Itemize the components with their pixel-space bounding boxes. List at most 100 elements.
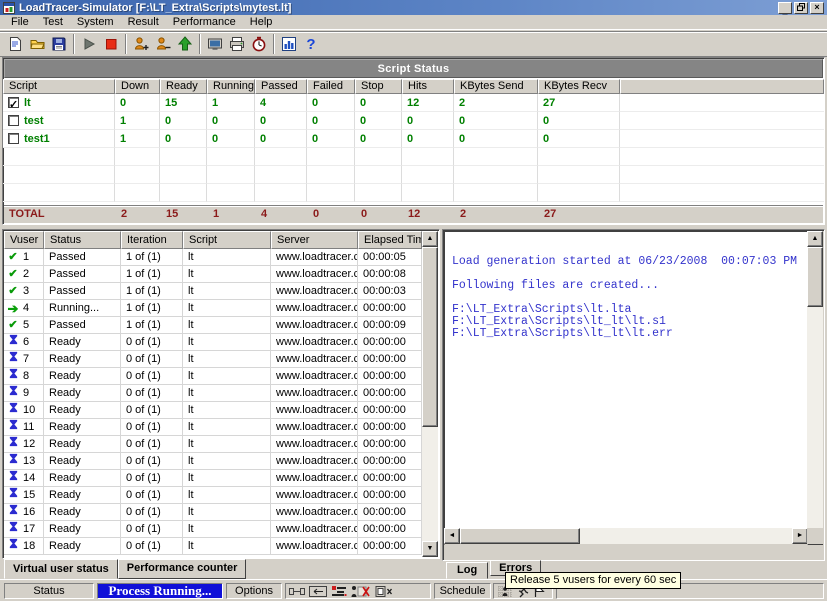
script-checkbox[interactable] [8,133,19,144]
vuser-elapsed: 00:00:03 [358,283,422,300]
minimize-button[interactable]: _ [778,2,792,14]
log-vertical-scrollbar[interactable]: ▲ ▼ [807,231,823,545]
vuser-table-header: Vuser Status Iteration Script Server Ela… [4,231,422,249]
log-view[interactable]: Load generation started at 06/23/2008 00… [444,231,808,545]
vuser-row[interactable]: ✔ ➔ 5 Passed 1 of (1) lt www.loadtracer.… [4,317,422,334]
scroll-down-icon[interactable]: ▼ [422,541,438,557]
scroll-up-icon[interactable]: ▲ [422,231,438,247]
column-header-status[interactable]: Status [44,231,121,249]
tab-log[interactable]: Log [446,562,488,579]
log-horizontal-scrollbar[interactable]: ◄ ► [444,528,808,544]
script-row[interactable]: lt 0 15 1 4 0 0 12 2 27 [3,94,824,112]
vuser-script: lt [183,538,271,555]
menu-item[interactable]: Test [36,15,70,29]
vuser-elapsed: 00:00:00 [358,300,422,317]
scrollbar-thumb[interactable] [422,247,438,427]
add-vuser-button[interactable] [130,33,152,55]
column-header-hits[interactable]: Hits [402,79,454,94]
scrollbar-thumb[interactable] [460,528,580,544]
vuser-row[interactable]: ✔ ➔ 3 Passed 1 of (1) lt www.loadtracer.… [4,283,422,300]
remove-vuser-button[interactable] [152,33,174,55]
column-header-down[interactable]: Down [115,79,160,94]
scrollbar-thumb[interactable] [807,247,823,307]
new-script-button[interactable] [4,33,26,55]
toolbar-separator [125,34,127,54]
scrollbar-track[interactable] [422,247,438,541]
script-checkbox[interactable] [8,115,19,126]
vuser-row[interactable]: ✔ ➔ 2 Passed 1 of (1) lt www.loadtracer.… [4,266,422,283]
tab-performance-counter[interactable]: Performance counter [118,559,247,579]
menu-item[interactable]: File [4,15,36,29]
vuser-elapsed: 00:00:00 [358,436,422,453]
vuser-server: www.loadtracer.c... [271,368,358,385]
vuser-row[interactable]: ✔ ➔ 18 Ready 0 of (1) lt www.loadtracer.… [4,538,422,555]
column-header-server[interactable]: Server [271,231,358,249]
column-header-failed[interactable]: Failed [307,79,355,94]
column-header-kbytes-recv[interactable]: KBytes Recv [538,79,620,94]
vuser-row[interactable]: ✔ ➔ 1 Passed 1 of (1) lt www.loadtracer.… [4,249,422,266]
vuser-row[interactable]: ✔ ➔ 12 Ready 0 of (1) lt www.loadtracer.… [4,436,422,453]
scroll-left-icon[interactable]: ◄ [444,528,460,544]
print-button[interactable] [226,33,248,55]
new-document-icon [7,36,23,52]
vuser-row[interactable]: ✔ ➔ 11 Ready 0 of (1) lt www.loadtracer.… [4,419,422,436]
scrollbar-track[interactable] [807,247,823,529]
column-header-script[interactable]: Script [183,231,271,249]
monitor-button[interactable] [204,33,226,55]
script-row[interactable]: test1 1 0 0 0 0 0 0 0 0 [3,130,824,148]
scroll-up-icon[interactable]: ▲ [807,231,823,247]
column-header-elapsed-time[interactable]: Elapsed Time [358,231,422,249]
stop-test-button[interactable] [100,33,122,55]
close-button[interactable]: × [810,2,824,14]
run-test-button[interactable] [78,33,100,55]
tab-virtual-user-status[interactable]: Virtual user status [4,559,118,579]
restore-button[interactable] [794,2,808,14]
help-button[interactable]: ? [300,33,322,55]
timer-button[interactable] [248,33,270,55]
vuser-row[interactable]: ✔ ➔ 6 Ready 0 of (1) lt www.loadtracer.c… [4,334,422,351]
vuser-row[interactable]: ✔ ➔ 10 Ready 0 of (1) lt www.loadtracer.… [4,402,422,419]
down-value: 0 [115,94,160,112]
column-header-running[interactable]: Running [207,79,255,94]
vuser-row[interactable]: ✔ ➔ 9 Ready 0 of (1) lt www.loadtracer.c… [4,385,422,402]
report-chart-button[interactable] [278,33,300,55]
title-bar[interactable]: LoadTracer-Simulator [F:\LT_Extra\Script… [0,0,827,15]
column-header-passed[interactable]: Passed [255,79,307,94]
column-header-vuser[interactable]: Vuser [4,231,44,249]
log-line: Following files are created... [452,280,807,292]
menu-item[interactable]: Performance [166,15,243,29]
script-checkbox[interactable] [8,97,19,108]
total-ready: 15 [161,206,208,223]
column-header-script[interactable]: Script [3,79,115,94]
release-vuser-button[interactable] [174,33,196,55]
vuser-row[interactable]: ✔ ➔ 14 Ready 0 of (1) lt www.loadtracer.… [4,470,422,487]
scrollbar-track[interactable] [460,528,792,544]
vuser-row[interactable]: ✔ ➔ 7 Ready 0 of (1) lt www.loadtracer.c… [4,351,422,368]
vuser-id: 2 [23,266,29,283]
column-header-ready[interactable]: Ready [160,79,207,94]
scroll-right-icon[interactable]: ► [792,528,808,544]
kbytes-recv-value: 0 [538,112,620,130]
vuser-scrollbar[interactable]: ▲ ▼ [422,231,438,557]
vuser-row[interactable]: ✔ ➔ 13 Ready 0 of (1) lt www.loadtracer.… [4,453,422,470]
column-header-iteration[interactable]: Iteration [121,231,183,249]
stopwatch-icon [251,36,267,52]
vuser-row[interactable]: ✔ ➔ 17 Ready 0 of (1) lt www.loadtracer.… [4,521,422,538]
vuser-row[interactable]: ✔ ➔ 16 Ready 0 of (1) lt www.loadtracer.… [4,504,422,521]
vuser-row[interactable]: ✔ ➔ 15 Ready 0 of (1) lt www.loadtracer.… [4,487,422,504]
save-script-button[interactable] [48,33,70,55]
column-header-kbytes-send[interactable]: KBytes Send [454,79,538,94]
tooltip: Release 5 vusers for every 60 sec [505,572,681,589]
vuser-row[interactable]: ✔ ➔ 8 Ready 0 of (1) lt www.loadtracer.c… [4,368,422,385]
passed-value: 4 [255,94,307,112]
vuser-status: Passed [44,317,121,334]
script-row[interactable]: test 1 0 0 0 0 0 0 0 0 [3,112,824,130]
menu-item[interactable]: Result [121,15,166,29]
open-script-button[interactable] [26,33,48,55]
ready-hourglass-icon [7,419,19,436]
vuser-row[interactable]: ✔ ➔ 4 Running... 1 of (1) lt www.loadtra… [4,300,422,317]
menu-item[interactable]: System [70,15,121,29]
vuser-elapsed: 00:00:00 [358,419,422,436]
column-header-stop[interactable]: Stop [355,79,402,94]
menu-item[interactable]: Help [243,15,280,29]
